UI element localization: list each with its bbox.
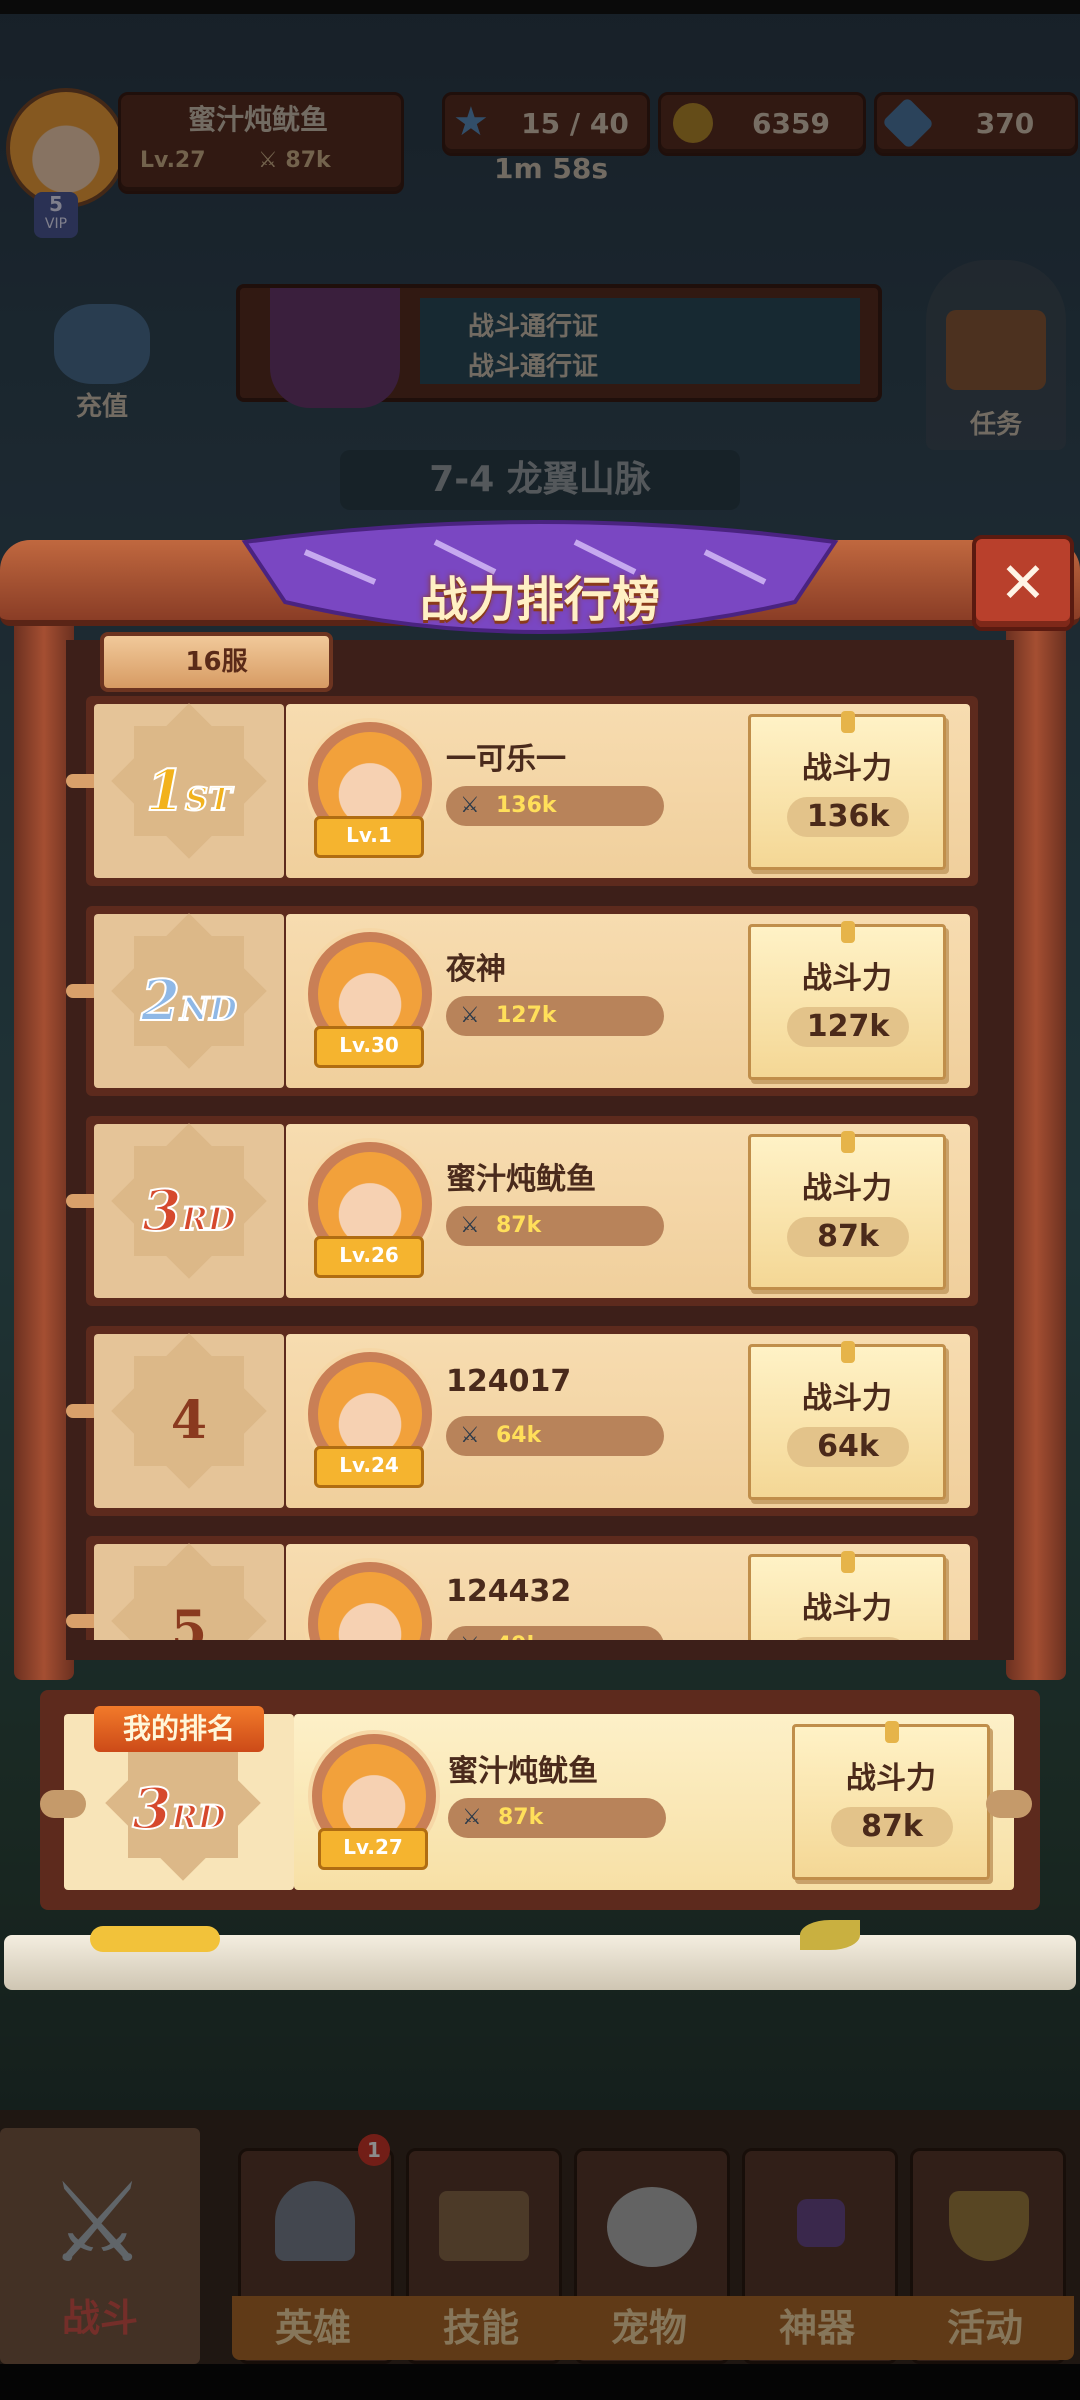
power-label: 战斗力 <box>802 751 892 786</box>
player-level: Lv.24 <box>339 1453 399 1477</box>
rope-right-icon <box>986 1790 1032 1818</box>
scroll-pin <box>841 921 855 943</box>
scroll-pin <box>885 1721 899 1743</box>
system-nav-bar <box>0 2364 1080 2400</box>
sword-icon: ⚔ <box>460 793 480 818</box>
scroll-pin <box>841 1551 855 1573</box>
rank-box: 4 <box>94 1333 284 1508</box>
power-scroll: 战斗力 127k <box>748 921 946 1080</box>
leaderboard-list[interactable]: 1ST Lv.1 一可乐一 ⚔ 136k 战斗力 136k 2ND Lv.30 … <box>0 0 1080 1640</box>
level-badge: Lv.24 <box>314 1446 424 1488</box>
power-value: 64k <box>787 1427 909 1467</box>
power-label: 战斗力 <box>802 1591 892 1626</box>
power-value: 136k <box>787 797 909 837</box>
my-rank-content: Lv.27 蜜汁炖鱿鱼 ⚔ 87k 战斗力 87k <box>294 1714 1014 1890</box>
rank-digit: 1 <box>145 757 186 825</box>
rank-number: 4 <box>170 1390 208 1451</box>
rope-left-icon <box>40 1790 86 1818</box>
rank-box: 2ND <box>94 913 284 1088</box>
player-name: 夜神 <box>446 952 506 987</box>
my-power-pill: ⚔ 87k <box>448 1798 666 1838</box>
power-label: 战斗力 <box>802 961 892 996</box>
scroll-pin <box>841 1341 855 1363</box>
my-power: 87k <box>498 1805 544 1830</box>
row-content: Lv.24 124017 ⚔ 64k 战斗力 64k <box>286 1334 970 1508</box>
row-content: Lv.1 一可乐一 ⚔ 136k 战斗力 136k <box>286 704 970 878</box>
power-value: 127k <box>787 1007 909 1047</box>
power-scroll: 战斗力 87k <box>748 1131 946 1290</box>
rank-number: 2ND <box>94 914 284 1088</box>
power-pill: ⚔ 64k <box>446 1416 664 1456</box>
rank-box: 3RD <box>94 1123 284 1298</box>
rank-box: 1ST <box>94 703 284 878</box>
sword-icon: ⚔ <box>462 1805 482 1830</box>
player-power: 64k <box>496 1423 542 1448</box>
leaf-icon <box>800 1920 860 1950</box>
my-level: Lv.27 <box>343 1835 403 1859</box>
scroll-pin <box>841 711 855 733</box>
sword-icon: ⚔ <box>460 1213 480 1238</box>
my-power-value: 87k <box>831 1807 953 1847</box>
scroll-pin <box>841 1131 855 1153</box>
player-name: 124017 <box>446 1364 572 1399</box>
level-badge: Lv.1 <box>314 816 424 858</box>
power-pill: ⚔ 136k <box>446 786 664 826</box>
my-level-badge: Lv.27 <box>318 1828 428 1870</box>
power-scroll: 战斗力 64k <box>748 1341 946 1500</box>
level-badge: Lv.26 <box>314 1236 424 1278</box>
player-power: 136k <box>496 793 557 818</box>
rank-number: 1ST <box>94 704 284 878</box>
power-pill: ⚔ 127k <box>446 996 664 1036</box>
my-rank-tag-label: 我的排名 <box>122 1712 235 1745</box>
my-power-scroll: 战斗力 87k <box>792 1721 990 1880</box>
my-rank-digit: 3 <box>131 1775 172 1843</box>
leaderboard-row[interactable]: 1ST Lv.1 一可乐一 ⚔ 136k 战斗力 136k <box>66 696 978 886</box>
player-level: Lv.26 <box>339 1243 399 1267</box>
power-pill: ⚔ 87k <box>446 1206 664 1246</box>
rank-digit: 2 <box>140 967 181 1035</box>
player-power: 87k <box>496 1213 542 1238</box>
player-name: 一可乐一 <box>446 742 566 777</box>
sword-icon: ⚔ <box>460 1003 480 1028</box>
power-scroll: 战斗力 136k <box>748 711 946 870</box>
rank-number: 3RD <box>94 1124 284 1298</box>
sword-icon: ⚔ <box>460 1423 480 1448</box>
player-level: Lv.30 <box>339 1033 399 1057</box>
rank-suffix: RD <box>180 1199 236 1239</box>
level-badge: Lv.30 <box>314 1026 424 1068</box>
my-player-name: 蜜汁炖鱿鱼 <box>448 1754 598 1789</box>
rank-suffix: ND <box>179 989 238 1029</box>
player-level: Lv.1 <box>346 823 392 847</box>
leaderboard-row[interactable]: 2ND Lv.30 夜神 ⚔ 127k 战斗力 127k <box>66 906 978 1096</box>
my-rank-suffix: RD <box>170 1797 226 1837</box>
power-label: 战斗力 <box>802 1381 892 1416</box>
power-label: 战斗力 <box>802 1171 892 1206</box>
my-rank-tag: 我的排名 <box>94 1706 264 1752</box>
gold-coins-icon <box>90 1926 220 1952</box>
player-name: 蜜汁炖鱿鱼 <box>446 1162 596 1197</box>
player-name: 124432 <box>446 1574 572 1609</box>
rank-suffix: ST <box>184 779 233 819</box>
power-value: 87k <box>787 1217 909 1257</box>
rank-digit: 3 <box>141 1177 182 1245</box>
leaderboard-row[interactable]: 3RD Lv.26 蜜汁炖鱿鱼 ⚔ 87k 战斗力 87k <box>66 1116 978 1306</box>
leaderboard-row[interactable]: 4 Lv.24 124017 ⚔ 64k 战斗力 64k <box>66 1326 978 1516</box>
row-content: Lv.26 蜜汁炖鱿鱼 ⚔ 87k 战斗力 87k <box>286 1124 970 1298</box>
my-power-label: 战斗力 <box>846 1761 936 1796</box>
row-content: Lv.30 夜神 ⚔ 127k 战斗力 127k <box>286 914 970 1088</box>
player-power: 127k <box>496 1003 557 1028</box>
